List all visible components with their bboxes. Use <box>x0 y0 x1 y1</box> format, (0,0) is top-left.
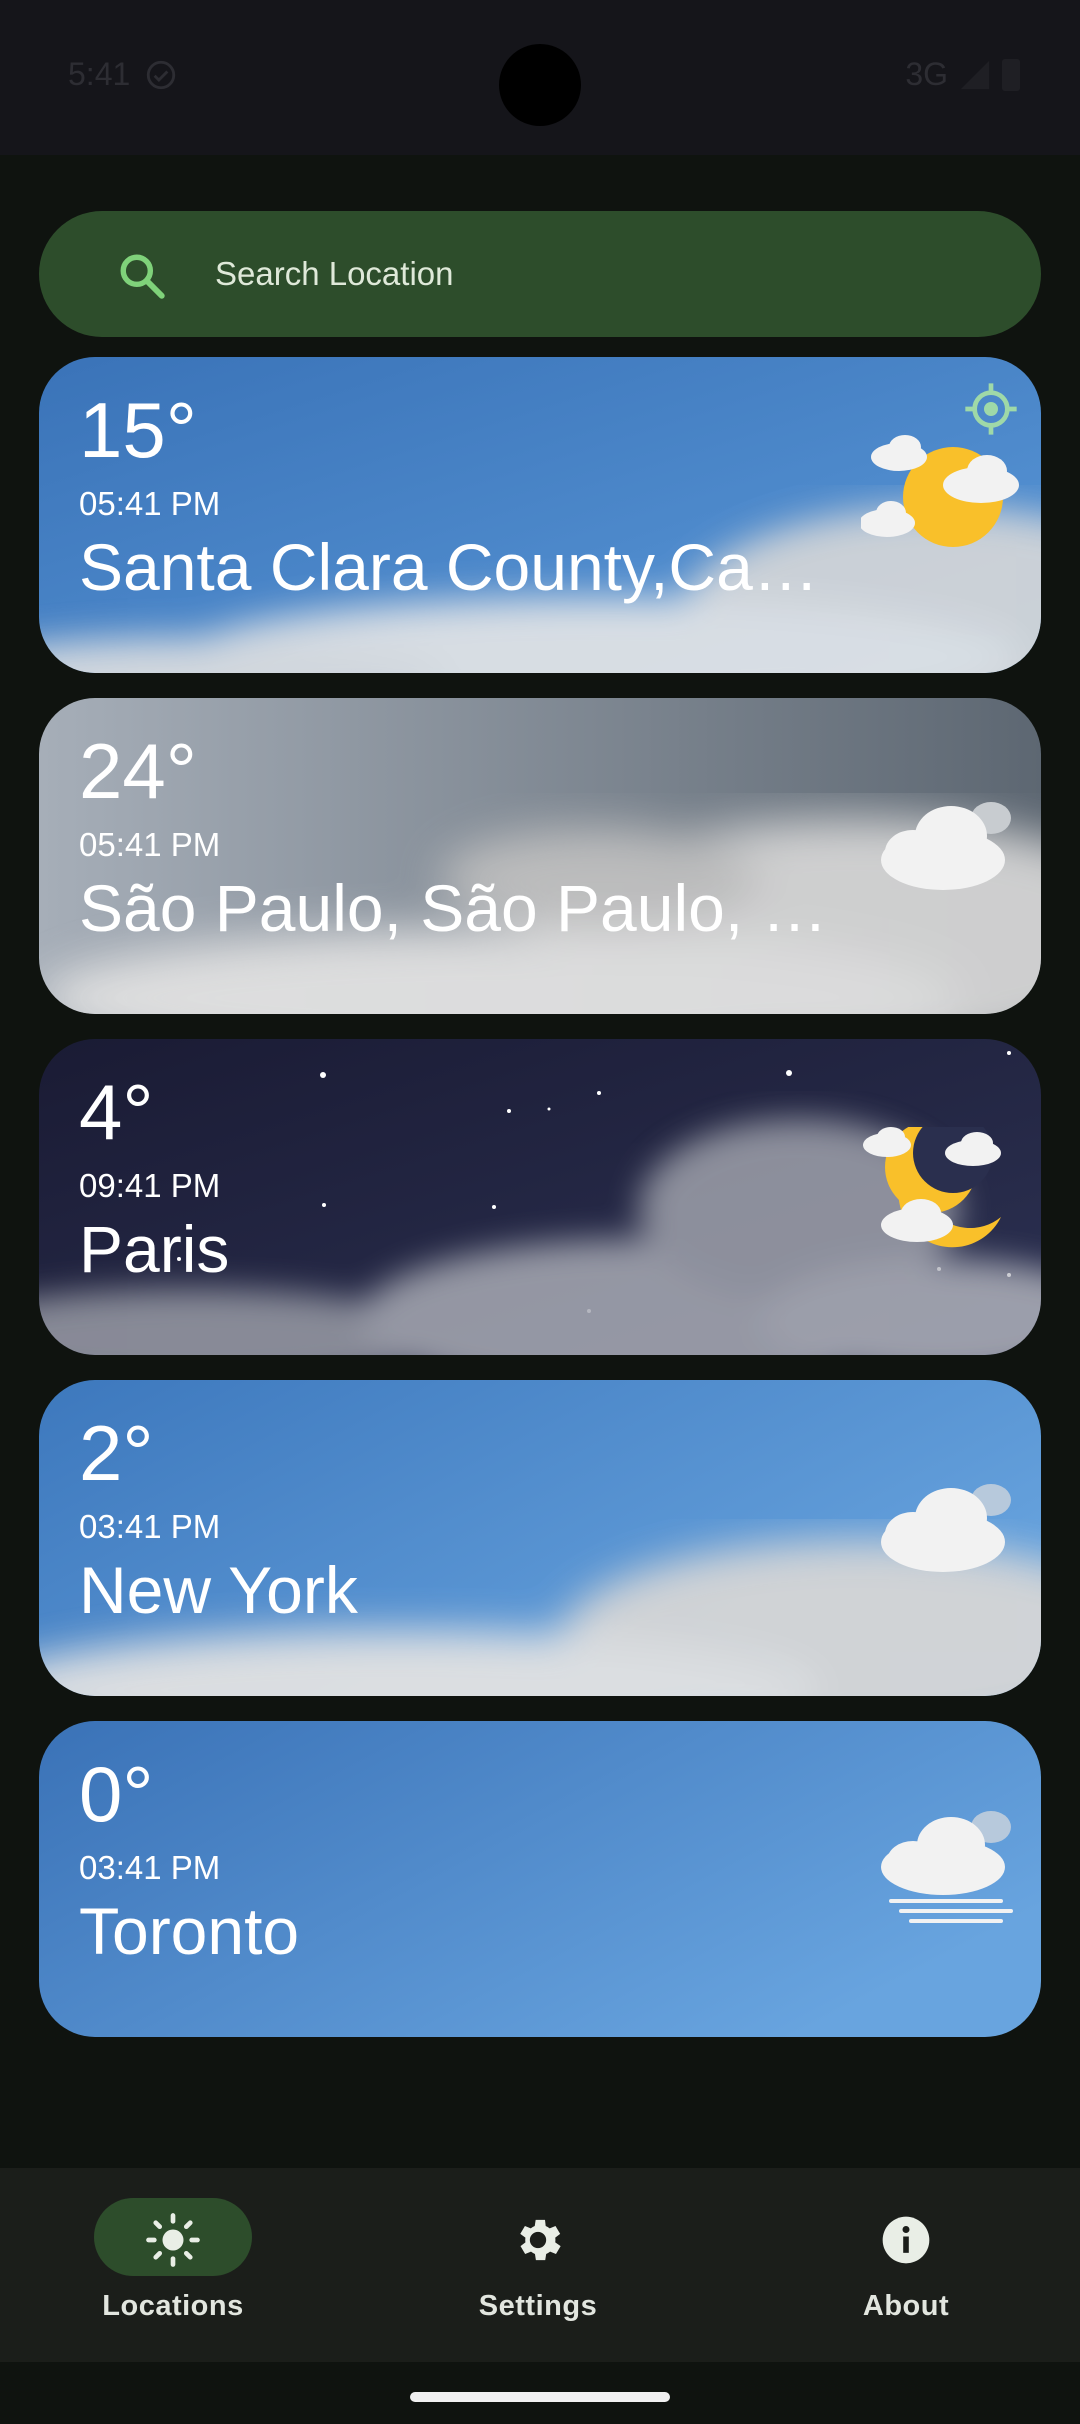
temperature: 4° <box>79 1068 154 1156</box>
local-time: 05:41 PM <box>79 826 221 863</box>
sun-icon <box>146 2213 200 2267</box>
city-name: Santa Clara County,Ca… <box>79 530 819 604</box>
cloud-icon <box>881 1484 1011 1572</box>
nav-item-locations[interactable]: Locations <box>79 2198 299 2338</box>
bottom-navigation: Locations Settings About <box>0 2168 1080 2362</box>
city-name: São Paulo, São Paulo, … <box>79 871 828 945</box>
status-indicators: 3G <box>905 56 1020 93</box>
camera-cutout <box>499 44 581 126</box>
temperature: 0° <box>79 1750 154 1838</box>
local-time: 05:41 PM <box>79 485 221 522</box>
city-name: Paris <box>79 1212 230 1286</box>
local-time: 09:41 PM <box>79 1167 221 1204</box>
nav-item-settings[interactable]: Settings <box>444 2198 664 2338</box>
nav-item-about[interactable]: About <box>812 2198 1032 2338</box>
gesture-bar <box>0 2362 1080 2424</box>
home-gesture-handle[interactable] <box>410 2392 670 2402</box>
city-name: New York <box>79 1553 358 1627</box>
temperature: 2° <box>79 1409 154 1497</box>
fog-icon <box>881 1811 1013 1923</box>
location-card[interactable]: 4° 09:41 PM Paris <box>39 1039 1041 1355</box>
info-icon <box>882 2216 930 2264</box>
location-card[interactable]: 0° 03:41 PM Toronto <box>39 1721 1041 2037</box>
temperature: 24° <box>79 727 197 815</box>
partly-cloudy-night-icon <box>863 1127 1001 1248</box>
signal-icon <box>960 60 990 89</box>
city-name: Toronto <box>79 1894 300 1968</box>
local-time: 03:41 PM <box>79 1508 221 1545</box>
temperature: 15° <box>79 386 197 474</box>
check-circle-icon <box>146 60 176 90</box>
battery-icon <box>1002 58 1020 91</box>
local-time: 03:41 PM <box>79 1849 221 1886</box>
status-time: 5:41 <box>68 56 131 92</box>
search-input[interactable] <box>215 211 995 337</box>
gear-icon <box>520 2219 561 2261</box>
nav-label: Settings <box>478 2290 598 2322</box>
location-card[interactable]: 24° 05:41 PM São Paulo, São Paulo, … <box>39 698 1041 1014</box>
network-type: 3G <box>905 56 948 92</box>
search-bar[interactable] <box>39 211 1041 337</box>
status-bar: 5:41 3G <box>0 0 1080 155</box>
search-icon <box>120 254 165 299</box>
cloud-icon <box>881 802 1011 890</box>
current-location-icon <box>965 383 1017 435</box>
nav-label: About <box>862 2290 950 2322</box>
partly-cloudy-day-icon <box>861 435 1019 547</box>
location-card[interactable]: 15° 05:41 PM Santa Clara County,Ca… <box>39 357 1041 673</box>
nav-label: Locations <box>102 2290 244 2322</box>
location-card[interactable]: 2° 03:41 PM New York <box>39 1380 1041 1696</box>
